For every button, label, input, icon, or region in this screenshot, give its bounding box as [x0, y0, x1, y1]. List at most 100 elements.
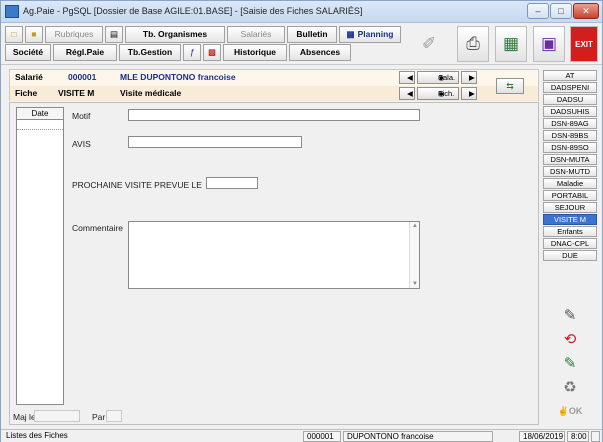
tab-dsn-89ag[interactable]: DSN-89AG	[543, 118, 597, 129]
swap-icon: ⇆	[506, 81, 514, 91]
print-button[interactable]: ⎙	[457, 26, 489, 62]
exit-button[interactable]: EXIT	[570, 26, 598, 62]
book-button[interactable]: ▣	[533, 26, 565, 62]
tab-enfants[interactable]: Enfants	[543, 226, 597, 237]
textarea-scrollbar[interactable]: ▲ ▼	[409, 222, 419, 288]
scroll-up-icon[interactable]: ▲	[411, 223, 419, 229]
avis-input[interactable]	[128, 136, 302, 148]
prochaine-visite-date-input[interactable]	[206, 177, 258, 189]
sala-label: Sala.	[438, 73, 456, 82]
maximize-button[interactable]: □	[550, 3, 572, 19]
delete-button[interactable]: ♻	[545, 377, 595, 397]
tab-dsn-89so[interactable]: DSN-89SO	[543, 142, 597, 153]
tab-dsn-89bs[interactable]: DSN-89BS	[543, 130, 597, 141]
formula-button[interactable]: ƒ	[183, 44, 201, 61]
application-window: Ag.Paie - PgSQL [Dossier de Base AGILE:0…	[0, 0, 603, 442]
societe-button[interactable]: Société	[5, 44, 51, 61]
tab-dsn-mutd[interactable]: DSN-MUTD	[543, 166, 597, 177]
tab-visite-m[interactable]: VISITE M	[543, 214, 597, 225]
app-icon	[5, 5, 19, 18]
search-salarie-button[interactable]: ◉ Sala.	[417, 71, 459, 84]
tab-dadsu[interactable]: DADSU	[543, 94, 597, 105]
commentaire-label: Commentaire	[72, 223, 124, 233]
tab-due[interactable]: DUE	[543, 250, 597, 261]
gestion-button[interactable]: Tb.Gestion	[119, 44, 181, 61]
motif-label: Motif	[72, 111, 91, 121]
rubriques-button[interactable]: Rubriques	[45, 26, 103, 43]
calculator-icon: ▩	[207, 47, 217, 57]
close-button[interactable]: ✕	[573, 3, 599, 19]
fiche-name: Visite médicale	[120, 88, 182, 98]
tab-dadsuhis[interactable]: DADSUHIS	[543, 106, 597, 117]
calculator-button[interactable]: ▩	[203, 44, 221, 61]
planning-label: Planning	[357, 29, 394, 39]
ok-button[interactable]: ✌ OK	[545, 401, 595, 421]
arrow-left-icon: ◀	[407, 73, 413, 82]
status-date: 18/06/2019	[519, 431, 565, 442]
tab-dsn-muta[interactable]: DSN-MUTA	[543, 154, 597, 165]
majle-field	[34, 410, 80, 422]
window-title: Ag.Paie - PgSQL [Dossier de Base AGILE:0…	[23, 6, 363, 16]
par-label: Par	[92, 412, 106, 422]
modification-info: Maj le Par	[10, 408, 538, 424]
prev-fiche-button[interactable]: ◀	[399, 87, 415, 100]
salaries-button[interactable]: Salariés	[227, 26, 285, 43]
par-field	[106, 410, 122, 422]
edit-signature-button[interactable]: ✎	[545, 305, 595, 325]
date-list[interactable]: Date	[16, 107, 64, 405]
planning-button[interactable]: ▦ Planning	[339, 26, 401, 43]
commentaire-textarea[interactable]: ▲ ▼	[128, 221, 420, 289]
signature-icon-button[interactable]: ✐	[413, 26, 445, 62]
tab-maladie[interactable]: Maladie	[543, 178, 597, 189]
tab-sejour[interactable]: SEJOUR	[543, 202, 597, 213]
scroll-down-icon[interactable]: ▼	[411, 281, 419, 287]
status-employee-name: DUPONTONO francoise	[343, 431, 493, 442]
tab-at[interactable]: AT	[543, 70, 597, 81]
organismes-icon-button[interactable]: ▤	[105, 26, 123, 43]
organisation-icon: ▤	[109, 29, 119, 39]
salarie-id: 000001	[68, 72, 97, 82]
arrow-left-icon: ◀	[407, 89, 413, 98]
search-fiche-button[interactable]: ◉ Fich.	[417, 87, 459, 100]
trash-icon: ♻	[563, 379, 577, 396]
folder-icon: ■	[31, 29, 37, 39]
salarie-label: Salarié	[15, 72, 43, 82]
salarie-row: Salarié 000001 MLE DUPONTONO francoise ◀…	[10, 70, 538, 85]
folder-button[interactable]: ■	[25, 26, 43, 43]
status-employee-id: 000001	[303, 431, 341, 442]
fiche-form: Date Motif AVIS PROCHAINE VISITE PREVUE …	[9, 102, 539, 425]
swap-button[interactable]: ⇆	[496, 78, 524, 94]
tab-dadspeni[interactable]: DADSPENI	[543, 82, 597, 93]
book-icon: ▣	[540, 34, 558, 53]
minimize-button[interactable]: –	[527, 3, 549, 19]
status-indicator	[591, 431, 600, 442]
undo-icon: ⟲	[563, 331, 577, 348]
historique-button[interactable]: Historique	[223, 44, 287, 61]
calculator-tool-button[interactable]: ▦	[495, 26, 527, 62]
fich-label: Fich.	[438, 89, 455, 98]
adding-machine-icon: ▦	[502, 34, 520, 53]
bulletin-button[interactable]: Bulletin	[287, 26, 337, 43]
motif-input[interactable]	[128, 109, 420, 121]
reglpaie-button[interactable]: Régl.Paie	[53, 44, 117, 61]
new-record-button[interactable]: ✎	[545, 353, 595, 373]
tab-dnac-cpl[interactable]: DNAC-CPL	[543, 238, 597, 249]
thumbs-up-icon: ✌	[557, 405, 569, 416]
arrow-right-icon: ▶	[469, 89, 475, 98]
list-item[interactable]	[17, 120, 63, 130]
salarie-name: MLE DUPONTONO francoise	[120, 72, 236, 82]
undo-button[interactable]: ⟲	[545, 329, 595, 349]
absences-button[interactable]: Absences	[289, 44, 351, 61]
open-folder-button[interactable]: □	[5, 26, 23, 43]
status-bar: Listes des Fiches 000001 DUPONTONO franc…	[1, 429, 602, 442]
fiche-label: Fiche	[15, 88, 38, 98]
tab-portabil[interactable]: PORTABIL	[543, 190, 597, 201]
exit-label: EXIT	[575, 39, 593, 49]
prev-salarie-button[interactable]: ◀	[399, 71, 415, 84]
next-fiche-button[interactable]: ▶	[461, 87, 477, 100]
prochaine-visite-label: PROCHAINE VISITE PREVUE LE	[72, 180, 202, 190]
date-column-header: Date	[17, 108, 63, 120]
organismes-button[interactable]: Tb. Organismes	[125, 26, 225, 43]
next-salarie-button[interactable]: ▶	[461, 71, 477, 84]
ok-label: OK	[568, 406, 583, 416]
